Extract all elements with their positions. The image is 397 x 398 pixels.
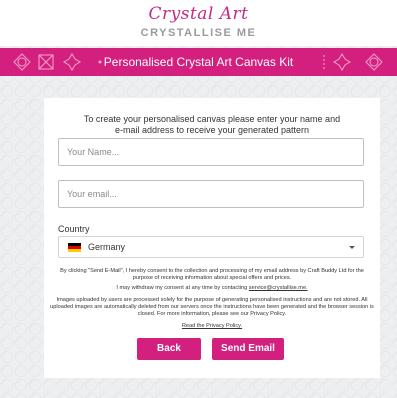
name-input[interactable] [58, 138, 364, 166]
service-email-link[interactable]: service@crystallise.me. [249, 285, 308, 291]
brand-logo[interactable]: Crystal Art [0, 4, 397, 24]
image-privacy-notice: Images uploaded by users are processed s… [50, 297, 374, 317]
signup-card: To create your personalised canvas pleas… [44, 98, 380, 378]
email-input[interactable] [58, 180, 364, 208]
consent-text: By clicking "Send E-Mail", I hereby cons… [60, 268, 364, 281]
country-value: Germany [88, 242, 126, 252]
chevron-down-icon [349, 246, 355, 249]
privacy-policy-link[interactable]: Read the Privacy Policy. [182, 323, 242, 329]
privacy-policy-link-wrap: Read the Privacy Policy. [50, 323, 374, 330]
country-select[interactable]: Germany [58, 236, 364, 258]
withdraw-text: I may withdraw my consent at any time by… [116, 285, 308, 291]
star-pattern-icon [332, 52, 352, 72]
intro-text: To create your personalised canvas pleas… [83, 114, 341, 135]
germany-flag-icon [68, 243, 81, 252]
title-banner: Personalised Crystal Art Canvas Kit [0, 48, 397, 76]
brand-subtitle: CRYSTALLISE ME [140, 27, 257, 39]
country-label: Country [58, 224, 90, 234]
line-pattern-icon [314, 52, 325, 72]
back-button[interactable]: Back [137, 338, 201, 360]
site-header: Crystal Art CRYSTALLISE ME [0, 0, 397, 46]
send-email-button[interactable]: Send Email [212, 338, 284, 360]
diamond-icon [364, 52, 384, 72]
